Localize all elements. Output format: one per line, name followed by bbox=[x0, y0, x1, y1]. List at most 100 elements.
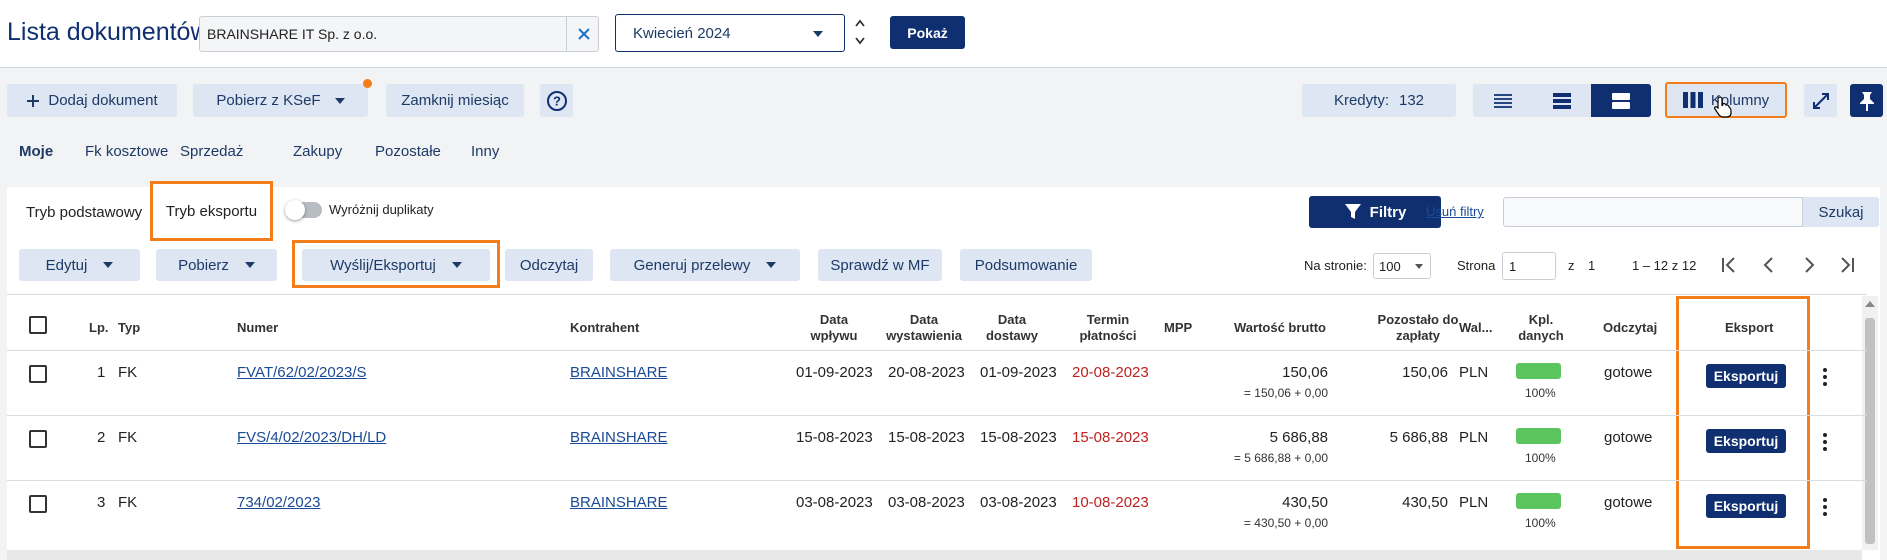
fullscreen-button[interactable] bbox=[1804, 84, 1837, 117]
first-page-icon[interactable] bbox=[1720, 256, 1738, 274]
header-kpl-line2: danych bbox=[1518, 328, 1564, 343]
chevron-down-icon bbox=[334, 97, 345, 104]
density-toggle[interactable] bbox=[1473, 84, 1651, 117]
cursor-hand-icon bbox=[1714, 96, 1732, 118]
download-button[interactable]: Pobierz bbox=[156, 249, 277, 281]
row-checkbox[interactable] bbox=[29, 430, 47, 448]
search-input[interactable] bbox=[1503, 197, 1803, 227]
read-button[interactable]: Odczytaj bbox=[505, 249, 593, 281]
period-stepper[interactable] bbox=[854, 18, 868, 52]
select-all-checkbox[interactable] bbox=[29, 316, 47, 334]
search-button-label: Szukaj bbox=[1818, 203, 1864, 221]
scrollbar-thumb[interactable] bbox=[1865, 318, 1875, 544]
tab-fk-kosztowe[interactable]: Fk kosztowe bbox=[85, 143, 168, 160]
clear-filters-link[interactable]: Usuń filtry bbox=[1426, 204, 1484, 219]
credits-value: 132 bbox=[1399, 92, 1425, 109]
range-label: 1 – 12 z 12 bbox=[1632, 258, 1697, 273]
mode-basic-label: Tryb podstawowy bbox=[26, 204, 143, 221]
row-menu-icon[interactable] bbox=[1823, 498, 1827, 519]
chevron-down-icon[interactable] bbox=[854, 36, 866, 46]
search-button[interactable]: Szukaj bbox=[1803, 197, 1879, 227]
cell-numer-link[interactable]: FVAT/62/02/2023/S bbox=[237, 364, 367, 381]
prev-page-icon[interactable] bbox=[1760, 256, 1778, 274]
duplicates-toggle[interactable] bbox=[285, 200, 322, 220]
export-row-button[interactable]: Eksportuj bbox=[1706, 494, 1786, 518]
header-waluta: Wal... bbox=[1459, 320, 1493, 335]
cell-brutto-breakdown: = 5 686,88 + 0,00 bbox=[1233, 451, 1328, 465]
next-page-icon[interactable] bbox=[1800, 256, 1818, 274]
scroll-up-icon[interactable] bbox=[1865, 300, 1875, 308]
header-data-dost-line1: Data bbox=[997, 312, 1027, 327]
completeness-bar bbox=[1516, 363, 1561, 379]
show-button[interactable]: Pokaż bbox=[890, 16, 965, 49]
credits-display: Kredyty: 132 bbox=[1302, 84, 1456, 117]
chevron-up-icon[interactable] bbox=[854, 18, 866, 28]
cell-kontrahent-link[interactable]: BRAINSHARE bbox=[570, 494, 668, 511]
cell-kontrahent-link[interactable]: BRAINSHARE bbox=[570, 364, 668, 381]
pin-button[interactable] bbox=[1850, 84, 1883, 117]
row-checkbox[interactable] bbox=[29, 495, 47, 513]
cell-data-wplywu: 01-09-2023 bbox=[796, 364, 873, 381]
page-input[interactable]: 1 bbox=[1502, 252, 1556, 280]
clear-company-button[interactable] bbox=[566, 17, 600, 51]
header-termin: Termin płatności bbox=[1073, 312, 1143, 344]
row-border bbox=[7, 415, 1867, 416]
list-large-icon bbox=[1612, 92, 1630, 109]
cell-termin: 20-08-2023 bbox=[1072, 364, 1149, 381]
expand-icon bbox=[1812, 92, 1829, 109]
mode-basic-tab[interactable]: Tryb podstawowy bbox=[26, 204, 142, 221]
last-page-icon[interactable] bbox=[1838, 256, 1856, 274]
vertical-scrollbar[interactable] bbox=[1862, 296, 1878, 550]
filters-button[interactable]: Filtry bbox=[1309, 196, 1441, 228]
close-month-button[interactable]: Zamknij miesiąc bbox=[386, 84, 524, 117]
density-comfortable-button[interactable] bbox=[1591, 84, 1651, 117]
check-mf-label: Sprawdź w MF bbox=[830, 256, 930, 274]
density-medium-button[interactable] bbox=[1532, 84, 1591, 117]
credits-label: Kredyty: bbox=[1333, 92, 1389, 109]
export-row-button[interactable]: Eksportuj bbox=[1706, 429, 1786, 453]
list-medium-icon bbox=[1552, 92, 1571, 109]
tab-zakupy[interactable]: Zakupy bbox=[293, 143, 342, 160]
mode-export-label: Tryb eksportu bbox=[165, 202, 258, 220]
filter-icon bbox=[1344, 204, 1361, 219]
cell-odczyt: gotowe bbox=[1604, 494, 1653, 511]
close-icon bbox=[577, 28, 590, 40]
per-page-select[interactable]: 100 bbox=[1373, 253, 1431, 279]
row-menu-icon[interactable] bbox=[1823, 433, 1827, 454]
period-value: Kwiecień 2024 bbox=[633, 25, 731, 42]
cell-numer-link[interactable]: 734/02/2023 bbox=[237, 494, 320, 511]
cell-lp: 3 bbox=[97, 494, 106, 511]
generate-transfers-button[interactable]: Generuj przelewy bbox=[610, 249, 800, 281]
summary-button[interactable]: Podsumowanie bbox=[960, 249, 1092, 281]
header-data-wplywu-line1: Data bbox=[819, 312, 849, 327]
tab-inny[interactable]: Inny bbox=[471, 143, 499, 160]
show-button-label: Pokaż bbox=[907, 24, 948, 41]
cell-waluta: PLN bbox=[1459, 364, 1489, 381]
add-document-label: Dodaj dokument bbox=[48, 92, 158, 109]
density-compact-button[interactable] bbox=[1473, 84, 1532, 117]
cell-numer-link[interactable]: FVS/4/02/2023/DH/LD bbox=[237, 429, 386, 446]
mode-export-tab[interactable]: Tryb eksportu bbox=[150, 181, 273, 241]
edit-button[interactable]: Edytuj bbox=[19, 249, 140, 281]
row-checkbox[interactable] bbox=[29, 365, 47, 383]
check-mf-button[interactable]: Sprawdź w MF bbox=[818, 249, 942, 281]
tab-pozostale[interactable]: Pozostałe bbox=[375, 143, 441, 160]
ksef-button[interactable]: Pobierz z KSeF bbox=[193, 84, 368, 117]
header-brutto: Wartość brutto bbox=[1234, 320, 1326, 335]
tab-sprzedaz[interactable]: Sprzedaż bbox=[180, 143, 243, 160]
add-document-button[interactable]: Dodaj dokument bbox=[7, 84, 177, 117]
cell-kontrahent-link[interactable]: BRAINSHARE bbox=[570, 429, 668, 446]
period-select[interactable]: Kwiecień 2024 bbox=[615, 14, 845, 52]
list-compact-icon bbox=[1493, 93, 1512, 108]
export-row-button[interactable]: Eksportuj bbox=[1706, 364, 1786, 388]
tab-moje[interactable]: Moje bbox=[19, 143, 53, 160]
cell-brutto: 430,50 bbox=[1282, 494, 1328, 511]
send-export-label: Wyślij/Eksportuj bbox=[330, 256, 436, 274]
help-button[interactable]: ? bbox=[540, 84, 573, 117]
horizontal-scrollbar[interactable] bbox=[7, 550, 1862, 560]
send-export-button[interactable]: Wyślij/Eksportuj bbox=[302, 249, 490, 281]
row-menu-icon[interactable] bbox=[1823, 368, 1827, 389]
close-month-label: Zamknij miesiąc bbox=[401, 92, 509, 109]
header-lp: Lp. bbox=[89, 320, 109, 335]
company-select[interactable]: BRAINSHARE IT Sp. z o.o. bbox=[199, 16, 599, 52]
